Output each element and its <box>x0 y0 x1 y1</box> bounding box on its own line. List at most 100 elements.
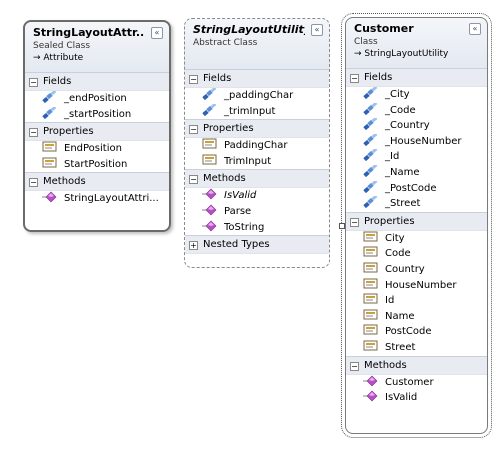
collapse-toggle-icon[interactable]: − <box>350 74 359 83</box>
property-name: PaddingChar <box>224 140 288 152</box>
collapse-toggle-icon[interactable]: − <box>350 217 359 227</box>
property-name: EndPosition <box>64 143 122 155</box>
property-name: TrimInput <box>224 155 272 167</box>
collapse-button[interactable]: « <box>469 23 481 35</box>
field-item[interactable]: _PostCode <box>346 180 487 197</box>
property-item[interactable]: Name <box>346 309 487 325</box>
fields-compartment-header[interactable]: − Fields <box>185 69 329 88</box>
property-item[interactable]: Street <box>346 340 487 356</box>
method-item[interactable]: Parse <box>185 204 329 220</box>
property-icon <box>363 324 378 335</box>
field-item[interactable]: _endPosition <box>25 91 169 107</box>
property-item[interactable]: Id <box>346 293 487 309</box>
property-icon <box>363 278 378 289</box>
properties-list: EndPosition StartPosition <box>25 141 169 172</box>
compartment-label: Fields <box>364 72 393 83</box>
field-name: _Country <box>385 120 430 132</box>
class-kind: Sealed Class <box>33 41 91 51</box>
class-shape-customer[interactable]: Customer Class → StringLayoutUtility « −… <box>341 13 492 438</box>
field-item[interactable]: _paddingChar <box>185 88 329 104</box>
methods-list: StringLayoutAttri... <box>25 191 169 207</box>
method-item[interactable]: IsValid <box>185 188 329 204</box>
properties-compartment-header[interactable]: − Properties <box>185 119 329 139</box>
method-item[interactable]: Customer <box>346 375 487 391</box>
field-item[interactable]: _startPosition <box>25 106 169 123</box>
methods-compartment-header[interactable]: − Methods <box>185 169 329 189</box>
method-icon <box>42 191 57 203</box>
method-icon <box>202 188 217 200</box>
property-name: Street <box>385 341 416 353</box>
fields-list: _endPosition _startPosition <box>25 91 169 122</box>
field-item[interactable]: _City <box>346 87 487 103</box>
collapse-toggle-icon[interactable]: − <box>29 178 38 188</box>
class-shape-stringlayoututility[interactable]: StringLayoutUtility Abstract Class « − Fi… <box>184 18 330 268</box>
field-icon <box>363 102 378 115</box>
class-header[interactable]: Customer Class → StringLayoutUtility « <box>346 18 487 68</box>
compartment-label: Methods <box>203 173 246 185</box>
property-item[interactable]: StartPosition <box>25 157 169 173</box>
field-icon <box>363 87 378 99</box>
collapse-button[interactable]: « <box>311 24 323 36</box>
method-name: Parse <box>224 205 252 217</box>
collapse-toggle-icon[interactable]: − <box>350 361 359 371</box>
compartment-label: Properties <box>43 126 94 138</box>
field-item[interactable]: _trimInput <box>185 103 329 120</box>
method-item[interactable]: ToString <box>185 220 329 236</box>
compartment-label: Methods <box>364 359 407 371</box>
properties-compartment-header[interactable]: − Properties <box>25 122 169 142</box>
method-item[interactable]: IsValid <box>346 390 487 406</box>
class-header[interactable]: StringLayoutAttr... Sealed Class → Attri… <box>25 22 169 72</box>
field-name: _City <box>385 89 410 100</box>
collapse-toggle-icon[interactable]: − <box>189 75 198 84</box>
methods-compartment-header[interactable]: − Methods <box>25 172 169 192</box>
field-name: _paddingChar <box>224 90 294 101</box>
compartment-label: Properties <box>203 123 254 135</box>
property-item[interactable]: Country <box>346 262 487 278</box>
property-icon <box>202 138 217 149</box>
field-item[interactable]: _Id <box>346 149 487 165</box>
field-name: _Name <box>385 166 420 178</box>
compartment-label: Methods <box>43 176 86 188</box>
collapse-toggle-icon[interactable]: − <box>29 128 38 138</box>
nested-types-compartment-header[interactable]: + Nested Types <box>185 235 329 255</box>
property-item[interactable]: EndPosition <box>25 141 169 157</box>
property-item[interactable]: HouseNumber <box>346 278 487 294</box>
field-item[interactable]: _Code <box>346 102 487 119</box>
fields-compartment-header[interactable]: − Fields <box>346 68 487 87</box>
property-name: City <box>385 232 405 244</box>
methods-compartment-header[interactable]: − Methods <box>346 355 487 375</box>
field-icon <box>363 164 378 177</box>
property-item[interactable]: TrimInput <box>185 154 329 170</box>
class-shape-stringlayoutattribute[interactable]: StringLayoutAttr... Sealed Class → Attri… <box>23 20 171 232</box>
field-item[interactable]: _Name <box>346 164 487 181</box>
method-name: StringLayoutAttri... <box>64 193 159 205</box>
property-item[interactable]: Code <box>346 246 487 262</box>
property-item[interactable]: City <box>346 231 487 247</box>
expand-toggle-icon[interactable]: + <box>189 241 198 251</box>
property-icon <box>42 157 57 168</box>
property-name: StartPosition <box>64 158 128 170</box>
selection-handle[interactable] <box>339 223 345 229</box>
field-item[interactable]: _HouseNumber <box>346 133 487 150</box>
field-item[interactable]: _Street <box>346 196 487 212</box>
field-item[interactable]: _Country <box>346 118 487 134</box>
field-name: _HouseNumber <box>385 135 462 147</box>
method-icon <box>363 375 378 386</box>
collapse-toggle-icon[interactable]: − <box>29 78 38 87</box>
method-name: IsValid <box>385 392 418 404</box>
fields-compartment-header[interactable]: − Fields <box>25 72 169 91</box>
method-item[interactable]: StringLayoutAttri... <box>25 191 169 207</box>
properties-compartment-header[interactable]: − Properties <box>346 211 487 231</box>
property-item[interactable]: PostCode <box>346 324 487 340</box>
collapse-button[interactable]: « <box>151 27 163 39</box>
base-class-name: StringLayoutUtility <box>364 49 449 59</box>
property-name: PostCode <box>385 326 432 338</box>
collapse-toggle-icon[interactable]: − <box>189 175 198 185</box>
fields-list: _paddingChar _trimInput <box>185 88 329 119</box>
inheritance-arrow-icon: → <box>354 49 362 59</box>
class-header[interactable]: StringLayoutUtility Abstract Class « <box>185 19 329 69</box>
property-icon <box>363 293 378 304</box>
collapse-toggle-icon[interactable]: − <box>189 125 198 135</box>
property-item[interactable]: PaddingChar <box>185 138 329 154</box>
class-title: StringLayoutAttr... <box>33 26 145 39</box>
